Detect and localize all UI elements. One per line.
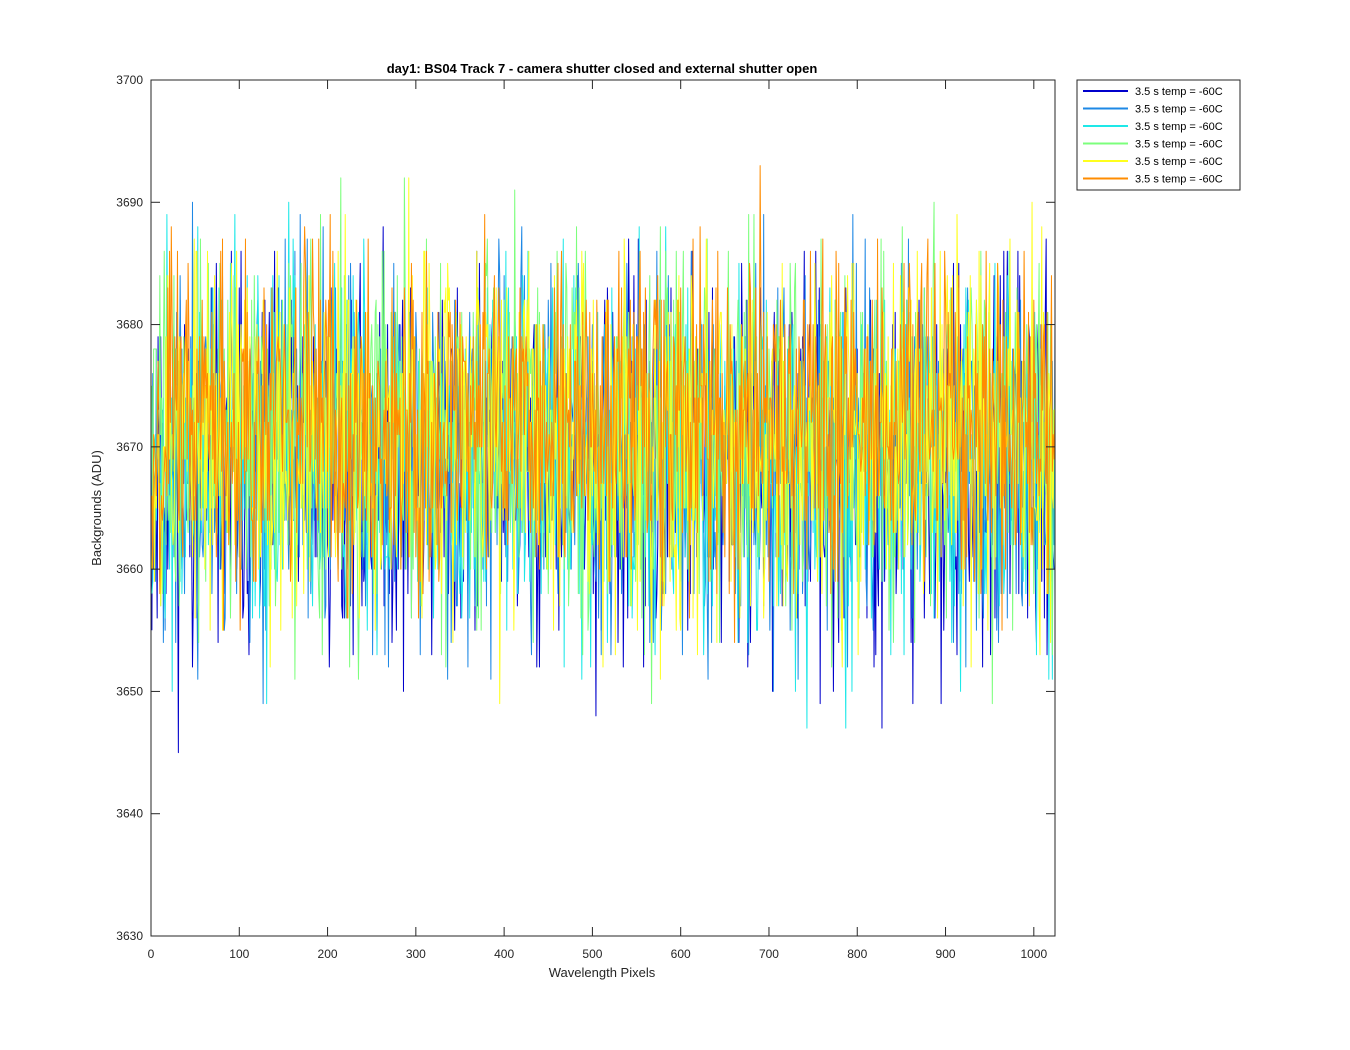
line-chart: day1: BS04 Track 7 - camera shutter clos… [89, 61, 1241, 980]
x-tick-label: 600 [671, 947, 691, 961]
legend-label-3: 3.5 s temp = -60C [1135, 121, 1223, 133]
series-layer [151, 165, 1056, 754]
legend-label-6: 3.5 s temp = -60C [1135, 174, 1223, 186]
x-tick-label: 200 [318, 947, 338, 961]
x-tick-label: 500 [582, 947, 602, 961]
chart-title: day1: BS04 Track 7 - camera shutter clos… [387, 61, 818, 76]
x-tick-label: 300 [406, 947, 426, 961]
y-tick-label: 3650 [116, 684, 143, 698]
y-axis-title: Backgrounds (ADU) [89, 450, 104, 566]
x-tick-label: 400 [494, 947, 514, 961]
y-tick-label: 3680 [116, 318, 143, 332]
x-tick-label: 100 [229, 947, 249, 961]
legend-label-4: 3.5 s temp = -60C [1135, 139, 1223, 151]
x-tick-label: 800 [847, 947, 867, 961]
x-tick-label: 0 [148, 947, 155, 961]
legend-label-2: 3.5 s temp = -60C [1135, 104, 1223, 116]
y-tick-label: 3670 [116, 440, 143, 454]
y-tick-label: 3660 [116, 562, 143, 576]
y-tick-label: 3700 [116, 73, 143, 87]
x-tick-label: 1000 [1020, 947, 1047, 961]
legend-label-1: 3.5 s temp = -60C [1135, 86, 1223, 98]
y-tick-label: 3640 [116, 807, 143, 821]
x-tick-label: 900 [936, 947, 956, 961]
x-axis-title: Wavelength Pixels [549, 965, 656, 980]
x-tick-label: 700 [759, 947, 779, 961]
y-tick-label: 3630 [116, 929, 143, 943]
legend: 3.5 s temp = -60C 3.5 s temp = -60C 3.5 s … [1076, 79, 1241, 191]
y-tick-label: 3690 [116, 195, 143, 209]
legend-label-5: 3.5 s temp = -60C [1135, 156, 1223, 168]
